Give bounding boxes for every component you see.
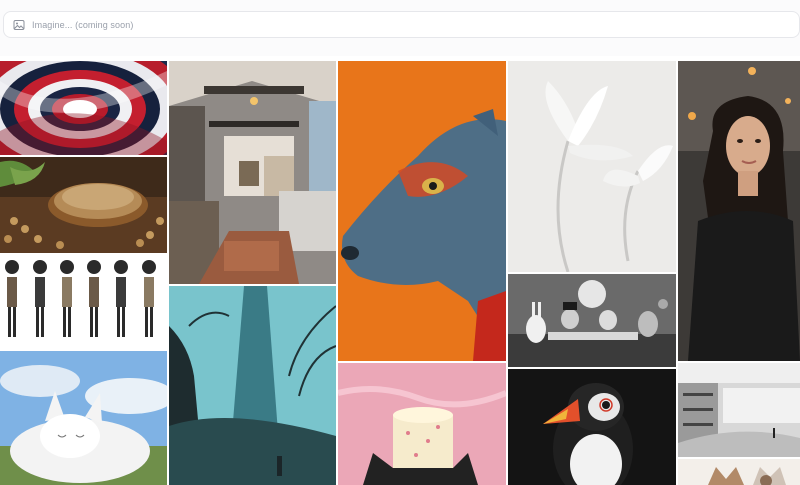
gallery-image-portrait[interactable] [678,61,800,361]
top-bar: Imagine... (coming soon) [0,0,800,56]
gallery-image-pets[interactable] [678,459,800,485]
gallery-image-puffin[interactable] [508,369,676,485]
gallery-image-dog[interactable] [338,61,506,361]
gallery-image-tea-party[interactable] [508,274,676,367]
image-icon [13,19,25,31]
prompt-input[interactable]: Imagine... (coming soon) [3,11,800,38]
gallery-image-characters[interactable] [0,255,167,349]
gallery-image-spice-bowl[interactable] [0,157,167,253]
gallery-image-cake[interactable] [338,363,506,485]
gallery-image-flowers[interactable] [508,61,676,272]
gallery-image-tiny-house[interactable] [169,61,336,284]
gallery-image-cat[interactable] [0,351,167,485]
gallery-image-spire[interactable] [169,286,336,485]
gallery-image-swirl[interactable] [0,61,167,155]
prompt-placeholder: Imagine... (coming soon) [32,19,134,30]
gallery-image-building[interactable] [678,363,800,457]
